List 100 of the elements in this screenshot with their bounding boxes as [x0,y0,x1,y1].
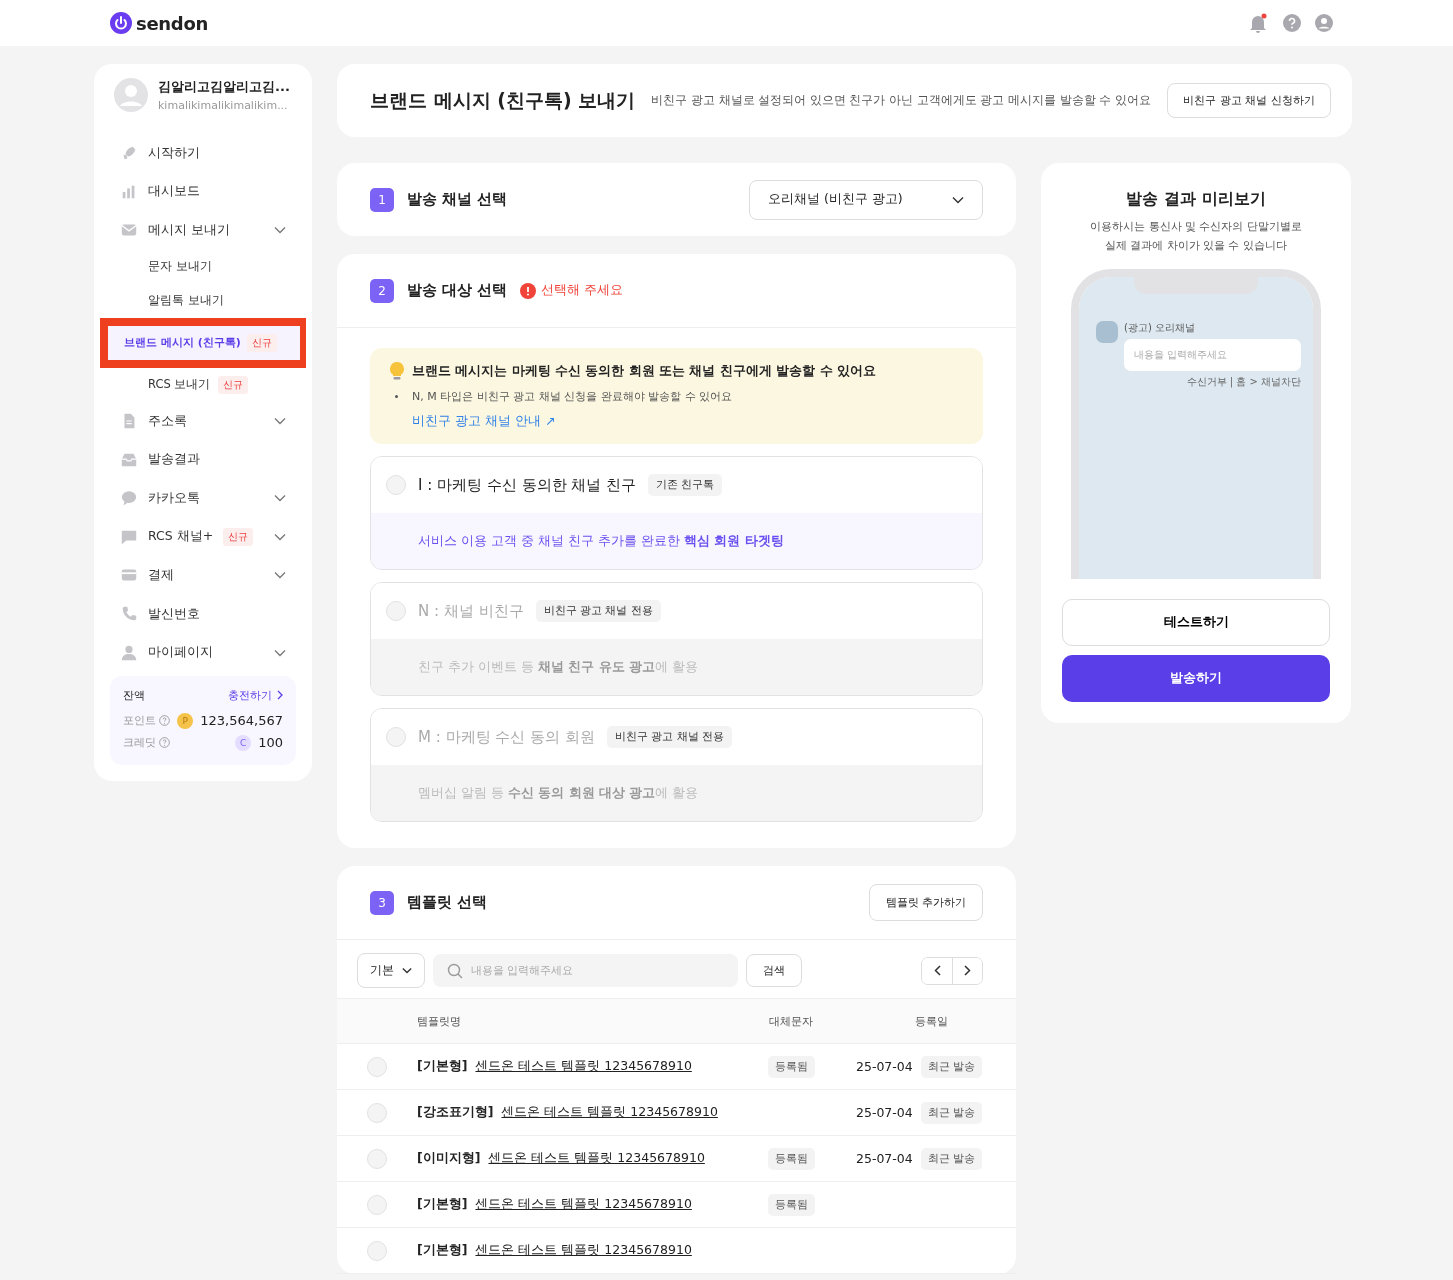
charge-link[interactable]: 충전하기 [228,687,283,703]
radio-button[interactable] [367,1194,387,1215]
option-description: 서비스 이용 고객 중 채널 친구 추가를 완료한 핵심 회원 타겟팅 [418,532,784,550]
radio-button[interactable] [367,1056,387,1077]
chevron-right-icon [964,965,971,976]
target-option[interactable]: I : 마케팅 수신 동의한 채널 친구 기존 친구톡 서비스 이용 고객 중 채널 친구 추가를 완료한 핵심 회원 타겟팅 [370,456,983,570]
chevron-icon[interactable] [274,571,286,580]
step-number: 1 [370,187,394,212]
account-icon[interactable] [1315,14,1333,32]
column-header: 등록일 [913,1013,949,1029]
channel-dropdown[interactable]: 오리채널 (비친구 광고) [749,179,983,220]
message-bubble: 내용을 입력해주세요 [1124,339,1301,371]
chevron-right-icon [277,690,283,701]
nav-item[interactable]: 발신번호 [110,594,296,634]
nav-item[interactable]: 메시지 보내기 [110,211,296,250]
balance-label: 포인트 [123,713,156,729]
radio-button[interactable] [367,1102,387,1123]
channel-guide-link[interactable]: 비친구 광고 채널 안내 ↗ [390,413,963,430]
chevron-left-icon [933,965,941,976]
recent-tag: 최근 발송 [920,1101,983,1124]
template-type: [기본형] [417,1196,468,1213]
option-tag: 비친구 광고 채널 전용 [606,726,732,748]
nav-subitem[interactable]: 문자 보내기 [110,249,296,284]
search-field[interactable]: 내용을 입력해주세요 [433,954,738,987]
template-name-link[interactable]: 센드온 테스트 템플릿 12345678910 [488,1150,705,1167]
error-icon [520,282,537,299]
nav-item[interactable]: RCS 채널+ 신규 [110,517,296,557]
column-header: 대체문자 [768,1013,814,1029]
recent-tag: 최근 발송 [920,1055,983,1078]
sender-name: (광고) 오리채널 [1124,321,1196,335]
column-header: 템플릿명 [417,1013,462,1029]
template-type: [이미지형] [417,1150,481,1167]
nav-item[interactable]: 카카오톡 [110,478,296,518]
chevron-icon[interactable] [274,532,286,541]
option-tag: 기존 친구톡 [648,474,723,496]
coin-badge: C [235,734,252,751]
template-name-link[interactable]: 센드온 테스트 템플릿 12345678910 [475,1242,692,1259]
help-icon[interactable] [159,737,170,749]
apply-channel-button[interactable]: 비친구 광고 채널 신청하기 [1167,83,1331,118]
nav-item[interactable]: 결제 [110,556,296,595]
user-email: kimalikimalikimalikim... [158,99,289,112]
unsubscribe-text: 수신거부 | 홈 > 채널차단 [1186,375,1301,389]
balance-value: 123,564,567 [200,713,283,729]
step-title: 템플릿 선택 [407,893,488,912]
date-text: 25-07-04 [856,1151,913,1166]
status-tag: 등록됨 [767,1147,815,1170]
chevron-icon[interactable] [274,417,286,426]
nav-item[interactable]: 시작하기 [110,134,296,173]
radio-button[interactable] [367,1148,387,1169]
step-number: 3 [370,890,394,915]
status-tag: 등록됨 [767,1193,815,1216]
preview-subtitle: 실제 결과에 차이가 있을 수 있습니다 [1105,239,1287,253]
preview-subtitle: 이용하시는 통신사 및 수신자의 단말기별로 [1090,220,1302,234]
nav-subitem[interactable]: 알림톡 보내기 [110,283,296,318]
radio-button[interactable] [367,1240,387,1261]
template-name-link[interactable]: 센드온 테스트 템플릿 12345678910 [475,1196,692,1213]
filter-dropdown[interactable]: 기본 [357,953,425,988]
power-logo-icon [110,12,132,34]
next-page-button[interactable] [952,957,982,984]
profile-icon [1096,321,1118,343]
nav-icon [120,489,138,508]
recent-tag: 최근 발송 [920,1147,983,1170]
nav-subitem[interactable]: 브랜드 메시지 (친구톡) 신규 [108,325,300,360]
option-tag: 비친구 광고 채널 전용 [535,600,661,622]
help-icon[interactable] [159,715,170,727]
nav-icon [120,643,138,662]
chevron-icon[interactable] [274,648,286,657]
template-type: [기본형] [417,1242,468,1259]
avatar-icon [114,78,148,112]
nav-subitem[interactable]: RCS 보내기 신규 [110,367,296,402]
search-button[interactable]: 검색 [746,954,802,987]
preview-title: 발송 결과 미리보기 [1126,189,1266,210]
date-text: 25-07-04 [856,1105,913,1120]
nav-item[interactable]: 주소록 [110,401,296,441]
logo-text[interactable]: sendon [136,12,208,34]
template-type: [강조표기형] [417,1104,494,1121]
nav-item[interactable]: 발송결과 [110,440,296,479]
template-name-link[interactable]: 센드온 테스트 템플릿 12345678910 [475,1058,692,1075]
test-button[interactable]: 테스트하기 [1062,599,1330,646]
nav-item[interactable]: 대시보드 [110,172,296,212]
option-title: I : 마케팅 수신 동의한 채널 친구 [418,475,637,495]
page-description: 비친구 광고 채널로 설정되어 있으면 친구가 아닌 고객에게도 광고 메시지를 발송할 수 있어요 [651,93,1152,108]
chevron-icon [952,195,964,204]
send-button[interactable]: 발송하기 [1062,655,1330,702]
radio-button[interactable] [386,475,406,495]
help-icon[interactable] [1283,14,1301,32]
search-icon [447,962,463,979]
lightbulb-icon [390,362,404,380]
chevron-icon [402,967,412,974]
notice-bullet: N, M 타입은 비친구 광고 채널 신청을 완료해야 발송할 수 있어요 [412,389,733,404]
coin-badge: P [177,712,194,729]
add-template-button[interactable]: 템플릿 추가하기 [868,884,983,921]
chevron-icon[interactable] [274,494,286,503]
nav-item[interactable]: 마이페이지 [110,633,296,672]
option-title: M : 마케팅 수신 동의 회원 [418,727,595,747]
chevron-icon[interactable] [274,226,286,235]
template-type: [기본형] [417,1058,468,1075]
template-name-link[interactable]: 센드온 테스트 템플릿 12345678910 [501,1104,718,1121]
step-title: 발송 대상 선택 [407,281,508,300]
balance-title: 잔액 [123,687,145,703]
